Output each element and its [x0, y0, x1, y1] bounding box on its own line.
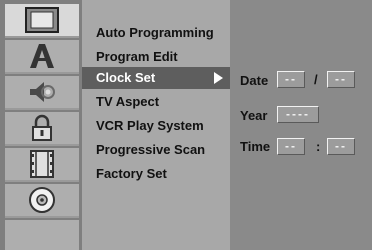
category-video-tile[interactable] — [5, 148, 79, 182]
year-label: Year — [240, 108, 268, 123]
disc-icon — [29, 187, 55, 213]
time-label: Time — [240, 139, 271, 154]
menu-item-auto-programming[interactable]: Auto Programming — [82, 22, 230, 44]
time-minute-field[interactable]: -- — [327, 138, 355, 155]
clock-set-panel: Date -- / -- Year ---- Time -- : -- — [230, 0, 372, 250]
menu-item-vcr-play-system[interactable]: VCR Play System — [82, 115, 230, 137]
padlock-icon — [32, 114, 52, 141]
menu-item-clock-set[interactable]: Clock Set — [82, 67, 230, 89]
category-general-tile[interactable] — [5, 4, 79, 38]
submenu-arrow-icon — [214, 72, 223, 84]
category-lock-tile[interactable] — [5, 112, 79, 146]
tv-screen-icon — [25, 7, 59, 33]
category-disc-tile[interactable] — [5, 184, 79, 218]
category-audio-tile[interactable] — [5, 76, 79, 110]
date-separator: / — [314, 72, 318, 87]
year-field[interactable]: ---- — [277, 106, 319, 123]
time-separator: : — [316, 139, 321, 154]
menu-item-tv-aspect[interactable]: TV Aspect — [82, 91, 230, 113]
menu-item-factory-set[interactable]: Factory Set — [82, 163, 230, 185]
time-hour-field[interactable]: -- — [277, 138, 305, 155]
category-icon-bar — [0, 0, 82, 250]
language-font-icon — [30, 44, 54, 68]
date-label: Date — [240, 73, 269, 88]
category-extra-tile[interactable] — [5, 220, 79, 250]
menu-item-label: Clock Set — [96, 70, 156, 85]
date-day-field[interactable]: -- — [327, 71, 355, 88]
menu-item-progressive-scan[interactable]: Progressive Scan — [82, 139, 230, 161]
category-language-tile[interactable] — [5, 40, 79, 74]
menu-item-program-edit[interactable]: Program Edit — [82, 46, 230, 68]
audio-speaker-icon — [30, 82, 55, 102]
settings-menu: Auto Programming Program Edit Clock Set … — [82, 0, 230, 250]
film-strip-icon — [30, 150, 54, 178]
date-month-field[interactable]: -- — [277, 71, 305, 88]
setup-menu-screen: Auto Programming Program Edit Clock Set … — [0, 0, 372, 250]
